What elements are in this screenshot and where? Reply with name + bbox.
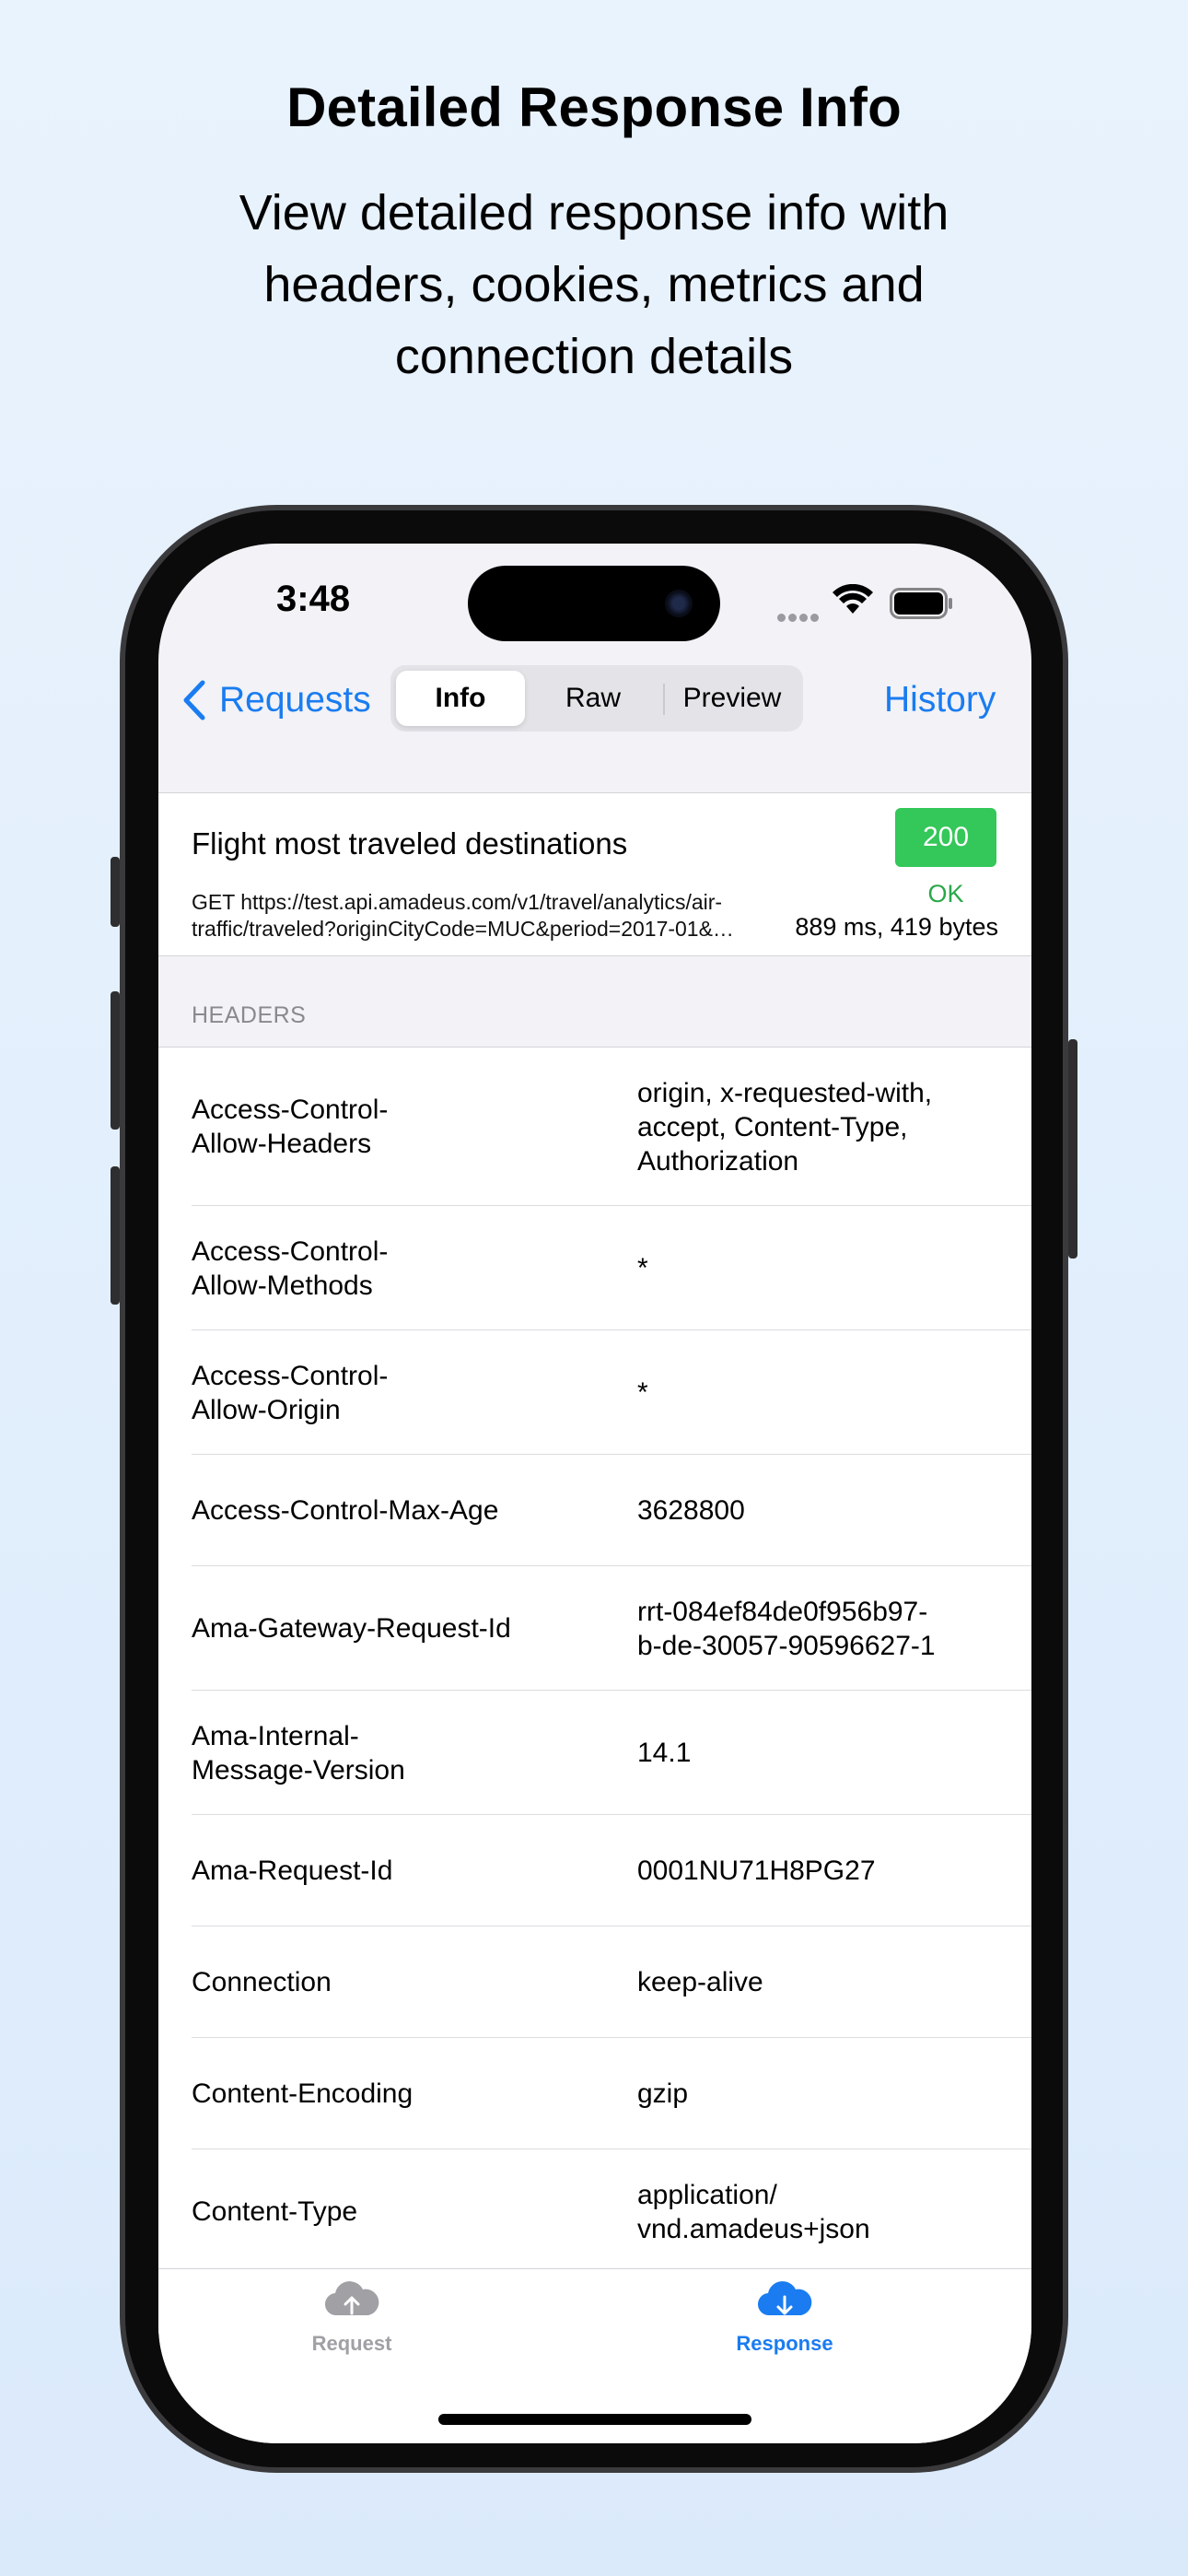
header-key: Access-Control- Allow-Headers: [192, 1095, 389, 1159]
tab-response-label: Response: [736, 2332, 833, 2355]
header-row[interactable]: Ama-Gateway-Request-Id rrt-084ef84de0f956…: [158, 1566, 1031, 1691]
segment-divider: [663, 684, 665, 715]
header-value: keep-alive: [637, 1967, 763, 1997]
header-row[interactable]: Ama-Request-Id 0001NU71H8PG27: [158, 1815, 1031, 1926]
wifi-icon: [833, 584, 873, 614]
header-row[interactable]: Access-Control- Allow-Origin *: [158, 1330, 1031, 1455]
header-key: Connection: [192, 1967, 332, 1997]
header-value: gzip: [637, 2078, 689, 2109]
header-key: Content-Encoding: [192, 2078, 413, 2109]
header-key: Ama-Internal- Message-Version: [192, 1720, 405, 1786]
header-row[interactable]: Ama-Internal- Message-Version 14.1: [158, 1691, 1031, 1815]
header-key: Access-Control- Allow-Origin: [192, 1360, 389, 1425]
action-button: [111, 857, 120, 927]
back-button[interactable]: Requests: [182, 674, 371, 726]
camera-icon: [665, 590, 693, 617]
segment-info[interactable]: Info: [396, 671, 525, 726]
segment-raw[interactable]: Raw: [529, 671, 658, 726]
cloud-download-icon: [757, 2281, 812, 2316]
status-time: 3:48: [276, 579, 351, 619]
request-url: GET https://test.api.amadeus.com/v1/trav…: [192, 890, 734, 941]
home-indicator: [438, 2414, 751, 2425]
status-code-badge: 200: [895, 808, 996, 867]
header-key: Access-Control- Allow-Methods: [192, 1235, 389, 1301]
headers-section-label: HEADERS: [192, 1002, 307, 1028]
header-key: Access-Control-Max-Age: [192, 1495, 499, 1526]
back-label: Requests: [219, 680, 371, 720]
header-value: *: [637, 1253, 648, 1283]
response-metrics: 889 ms, 419 bytes: [795, 913, 998, 941]
promo-subtitle: View detailed response info with headers…: [239, 185, 949, 384]
view-segmented-control: Info Raw Preview: [390, 665, 803, 732]
header-value: 3628800: [637, 1495, 745, 1526]
header-value: application/ vnd.amadeus+json: [637, 2179, 870, 2244]
header-key: Content-Type: [192, 2196, 358, 2227]
segment-preview[interactable]: Preview: [667, 671, 798, 726]
volume-down-button: [111, 1166, 120, 1305]
header-key: Ama-Request-Id: [192, 1856, 393, 1886]
dynamic-island: [468, 566, 720, 641]
header-row[interactable]: Access-Control-Max-Age 3628800: [158, 1455, 1031, 1566]
promo-title: Detailed Response Info: [286, 76, 902, 138]
volume-up-button: [111, 991, 120, 1130]
cloud-upload-icon: [324, 2281, 379, 2316]
headers-table: Access-Control- Allow-Headers origin, x-r…: [158, 1047, 1031, 2274]
tab-request-label: Request: [311, 2332, 392, 2355]
header-value: origin, x-requested-with, accept, Conten…: [637, 1077, 933, 1177]
header-row[interactable]: Access-Control- Allow-Methods *: [158, 1206, 1031, 1330]
header-row[interactable]: Connection keep-alive: [158, 1926, 1031, 2038]
header-value: *: [637, 1377, 648, 1408]
power-button: [1068, 1039, 1077, 1259]
header-row[interactable]: Content-Type application/ vnd.amadeus+jso…: [158, 2149, 1031, 2274]
header-value: 0001NU71H8PG27: [637, 1856, 876, 1886]
battery-icon: [890, 588, 952, 619]
response-summary: Flight most traveled destinations GET ht…: [158, 792, 1031, 956]
header-key: Ama-Gateway-Request-Id: [192, 1613, 511, 1644]
header-row[interactable]: Access-Control- Allow-Headers origin, x-r…: [158, 1048, 1031, 1206]
header-value: rrt-084ef84de0f956b97- b-de-30057-905966…: [637, 1596, 936, 1661]
phone-screen: 3:48 Requests Info Raw Preview History F…: [158, 544, 1031, 2443]
tab-request[interactable]: Request: [260, 2278, 444, 2356]
header-row[interactable]: Content-Encoding gzip: [158, 2038, 1031, 2149]
history-button[interactable]: History: [884, 674, 996, 726]
cellular-signal-icon: [777, 610, 821, 626]
tab-response[interactable]: Response: [693, 2278, 877, 2356]
header-value: 14.1: [637, 1738, 692, 1768]
status-text: OK: [927, 880, 964, 907]
request-title: Flight most traveled destinations: [192, 826, 628, 861]
chevron-left-icon: [183, 680, 205, 720]
